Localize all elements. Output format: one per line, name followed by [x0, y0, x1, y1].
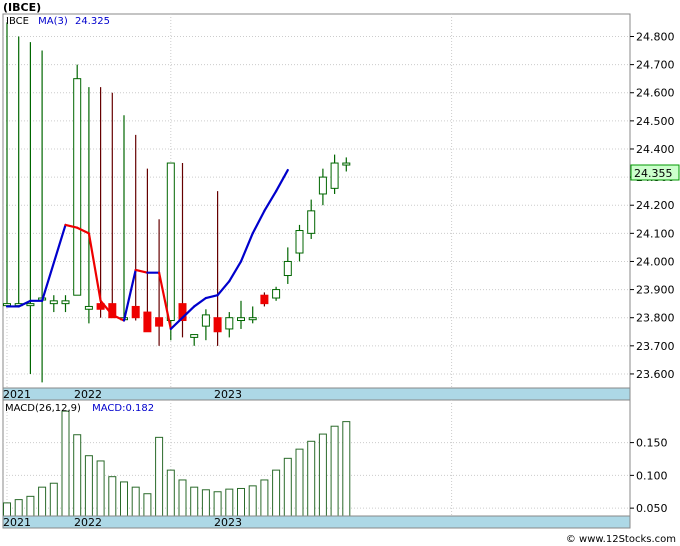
macd-bar — [143, 493, 152, 517]
candle-body — [49, 300, 58, 305]
macd-bar — [155, 436, 164, 517]
macd-bar — [26, 495, 35, 517]
macd-bar — [190, 486, 199, 517]
macd-bar — [131, 486, 140, 517]
date-label-lower: 2023 — [214, 516, 242, 529]
price-tick-label: 23.800 — [636, 312, 675, 325]
last-price-label: 24.355 — [634, 167, 673, 180]
candle-body — [84, 305, 93, 310]
legend-ma-label: MA(3) — [38, 16, 68, 27]
candle-body — [295, 230, 304, 254]
macd-bar — [225, 488, 234, 517]
macd-legend-value: MACD:0.182 — [92, 403, 154, 414]
macd-bar — [272, 469, 281, 517]
date-label-lower: 2021 — [3, 516, 31, 529]
candle-body — [307, 210, 316, 234]
candle-body — [201, 314, 210, 327]
macd-bar — [201, 489, 210, 517]
macd-legend-name: MACD(26,12,9) — [5, 403, 81, 414]
chart-canvas: (IBCE) IBCE MA(3) 24.325 24.800 24.700 24.… — [2, 1, 680, 545]
candle-body — [3, 303, 11, 307]
candle-body — [143, 311, 152, 333]
macd-bar — [248, 485, 257, 517]
macd-bar — [108, 476, 117, 517]
price-tick-label: 23.900 — [636, 284, 675, 297]
candle-body — [131, 305, 140, 319]
macd-bar — [295, 448, 304, 517]
price-tick-label: 24.200 — [636, 199, 675, 212]
macd-axis: 0.150 0.100 0.050 — [630, 437, 668, 515]
macd-bar — [38, 486, 47, 517]
macd-bar — [84, 455, 93, 517]
macd-bar — [61, 410, 70, 517]
candle-body — [155, 317, 164, 327]
macd-legend: MACD(26,12,9) MACD:0.182 — [5, 403, 154, 414]
macd-bar — [96, 460, 105, 517]
macd-tick-label: 0.050 — [636, 502, 668, 515]
date-label-upper: 2022 — [74, 388, 102, 401]
candle-body — [26, 303, 35, 307]
price-tick-label: 23.600 — [636, 368, 675, 381]
macd-bar — [14, 499, 23, 517]
macd-bar — [166, 469, 175, 517]
price-tick-label: 24.100 — [636, 227, 675, 240]
macd-bar — [237, 487, 245, 517]
candle-body — [213, 317, 222, 333]
macd-bar — [178, 479, 187, 517]
date-label-lower: 2022 — [74, 516, 102, 529]
macd-tick-label: 0.100 — [636, 469, 668, 482]
macd-bar — [120, 481, 128, 517]
date-label-upper: 2023 — [214, 388, 242, 401]
macd-tick-label: 0.150 — [636, 437, 668, 450]
price-tick-label: 24.600 — [636, 87, 675, 100]
macd-bar — [342, 421, 351, 517]
candle-body — [272, 289, 281, 299]
candle-body — [225, 317, 234, 330]
candle-body — [342, 162, 351, 166]
candle-body — [190, 334, 199, 338]
price-panel — [2, 13, 631, 389]
legend-ticker: IBCE — [6, 16, 29, 27]
macd-bar — [49, 482, 58, 517]
macd-bar — [73, 434, 82, 517]
candle-body — [73, 78, 82, 296]
price-tick-label: 23.700 — [636, 340, 675, 353]
price-tick-label: 24.400 — [636, 143, 675, 156]
price-tick-label: 24.000 — [636, 255, 675, 268]
price-tick-label: 24.800 — [636, 30, 675, 43]
macd-bar — [213, 491, 222, 517]
macd-bar — [3, 502, 11, 517]
candle-body — [260, 294, 269, 305]
legend-ma-value: 24.325 — [75, 16, 110, 27]
candle-body — [318, 176, 327, 195]
candle-body — [330, 162, 339, 189]
candle-body — [237, 317, 245, 322]
price-tick-label: 24.700 — [636, 59, 675, 72]
macd-bar — [283, 457, 292, 517]
chart-title: (IBCE) — [3, 1, 41, 14]
candle-body — [283, 260, 292, 277]
candle-body — [61, 300, 70, 305]
price-axis: 24.80024.70024.60024.50024.40024.30024.2… — [630, 30, 675, 381]
candle-body — [248, 317, 257, 321]
price-legend: IBCE MA(3) 24.325 — [6, 16, 110, 27]
macd-bar — [318, 433, 327, 517]
candle-body — [166, 162, 175, 322]
footer-credit: © www.12Stocks.com — [566, 534, 676, 545]
macd-bar — [330, 425, 339, 517]
price-tick-label: 24.500 — [636, 115, 675, 128]
macd-bar — [260, 479, 269, 517]
macd-bar — [307, 440, 316, 517]
date-label-upper: 2021 — [3, 388, 31, 401]
